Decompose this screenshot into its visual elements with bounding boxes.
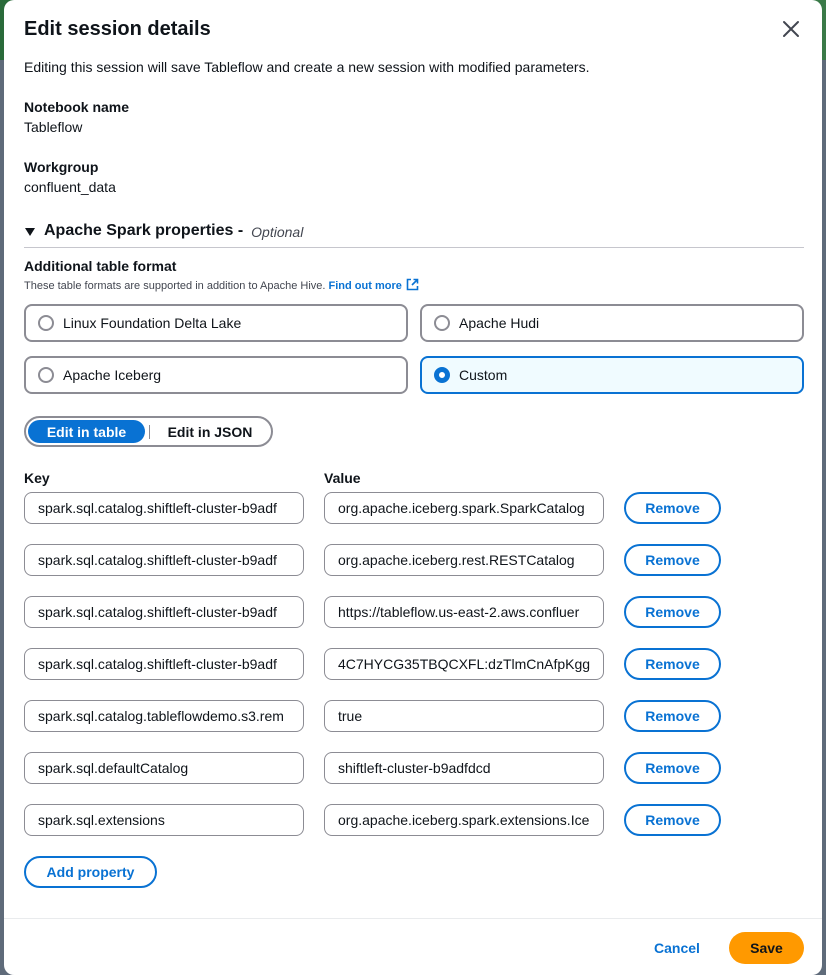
radio-hudi[interactable]	[434, 315, 450, 331]
footer-divider	[4, 918, 822, 919]
modal-description: Editing this session will save Tableflow…	[24, 59, 590, 75]
format-option-iceberg[interactable]: Apache Iceberg	[24, 356, 408, 394]
find-out-more-label: Find out more	[328, 280, 402, 292]
format-option-label: Custom	[459, 367, 508, 383]
edit-in-table-button[interactable]: Edit in table	[28, 420, 145, 443]
property-value-input[interactable]	[324, 596, 604, 628]
format-option-label: Apache Hudi	[459, 315, 540, 331]
workgroup-value: confluent_data	[24, 179, 116, 195]
format-option-label: Apache Iceberg	[63, 367, 162, 383]
modal-header: Edit session details	[24, 16, 806, 44]
caret-down-icon	[25, 228, 35, 236]
property-value-input[interactable]	[324, 544, 604, 576]
radio-custom[interactable]	[434, 367, 450, 383]
property-value-input[interactable]	[324, 804, 604, 836]
close-icon	[783, 21, 799, 37]
property-key-input[interactable]	[24, 492, 304, 524]
key-column-header: Key	[24, 470, 50, 486]
table-format-description-text: These table formats are supported in add…	[24, 280, 326, 292]
remove-property-button[interactable]: Remove	[624, 596, 721, 628]
radio-iceberg[interactable]	[38, 367, 54, 383]
remove-property-button[interactable]: Remove	[624, 492, 721, 524]
property-value-input[interactable]	[324, 752, 604, 784]
spark-properties-expander[interactable]: Apache Spark properties - Optional	[24, 222, 804, 248]
edit-session-modal: Edit session details Editing this sessio…	[4, 0, 822, 975]
property-value-input[interactable]	[324, 700, 604, 732]
close-button[interactable]	[776, 14, 806, 44]
remove-property-button[interactable]: Remove	[624, 700, 721, 732]
save-button[interactable]: Save	[729, 932, 804, 964]
property-key-input[interactable]	[24, 596, 304, 628]
format-option-hudi[interactable]: Apache Hudi	[420, 304, 804, 342]
property-key-input[interactable]	[24, 700, 304, 732]
property-key-input[interactable]	[24, 648, 304, 680]
cancel-button[interactable]: Cancel	[644, 932, 710, 964]
table-format-label: Additional table format	[24, 258, 177, 274]
notebook-name-value: Tableflow	[24, 119, 83, 135]
radio-delta-lake[interactable]	[38, 315, 54, 331]
value-column-header: Value	[324, 470, 361, 486]
workgroup-label: Workgroup	[24, 159, 99, 175]
remove-property-button[interactable]: Remove	[624, 648, 721, 680]
property-key-input[interactable]	[24, 752, 304, 784]
format-option-delta-lake[interactable]: Linux Foundation Delta Lake	[24, 304, 408, 342]
remove-property-button[interactable]: Remove	[624, 544, 721, 576]
external-link-icon	[406, 278, 419, 291]
format-option-label: Linux Foundation Delta Lake	[63, 315, 242, 331]
property-key-input[interactable]	[24, 804, 304, 836]
property-value-input[interactable]	[324, 492, 604, 524]
property-value-input[interactable]	[324, 648, 604, 680]
property-key-input[interactable]	[24, 544, 304, 576]
spark-section-title: Apache Spark properties -	[44, 222, 244, 239]
edit-mode-toggle: Edit in table Edit in JSON	[24, 416, 273, 447]
remove-property-button[interactable]: Remove	[624, 804, 721, 836]
table-format-description: These table formats are supported in add…	[24, 278, 419, 292]
edit-in-json-button[interactable]: Edit in JSON	[154, 420, 266, 443]
find-out-more-link[interactable]: Find out more	[328, 278, 419, 292]
notebook-name-label: Notebook name	[24, 99, 130, 115]
format-option-custom[interactable]: Custom	[420, 356, 804, 394]
modal-title: Edit session details	[24, 18, 211, 40]
spark-section-optional: Optional	[251, 224, 304, 240]
remove-property-button[interactable]: Remove	[624, 752, 721, 784]
segment-divider	[149, 424, 150, 439]
add-property-button[interactable]: Add property	[24, 856, 157, 888]
